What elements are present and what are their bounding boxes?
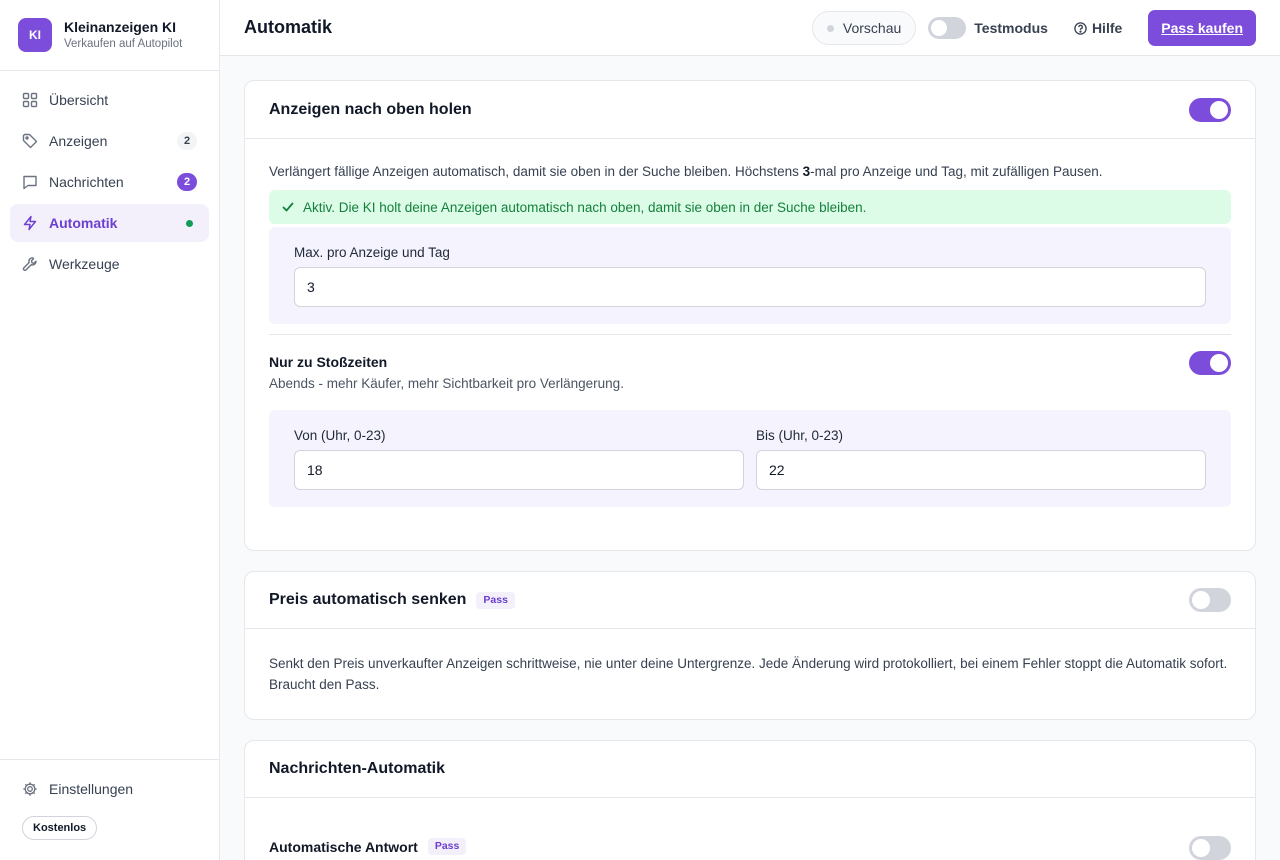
tag-icon — [22, 133, 38, 149]
buy-pass-button[interactable]: Pass kaufen — [1148, 10, 1256, 46]
auto-reply-toggle[interactable] — [1189, 836, 1231, 860]
sidebar-item-label: Nachrichten — [49, 174, 124, 190]
alert-text: Aktiv. Die KI holt deine Anzeigen automa… — [303, 199, 867, 215]
plan-badge: Kostenlos — [22, 816, 98, 840]
preview-label: Vorschau — [842, 20, 902, 36]
auto-reply-title: Automatische Antwort — [269, 838, 418, 855]
topbar: Automatik Vorschau Testmodus Hilfe Pass … — [220, 0, 1280, 56]
sidebar-item-anzeigen[interactable]: Anzeigen 2 — [10, 122, 209, 160]
to-hour-input[interactable]: 22 — [756, 450, 1206, 490]
brand-logo: KI — [18, 18, 52, 52]
check-icon — [281, 200, 295, 214]
max-per-day-label: Max. pro Anzeige und Tag — [294, 245, 450, 260]
grid-icon — [22, 92, 38, 108]
sidebar-item-automatik[interactable]: Automatik — [10, 204, 209, 242]
gear-icon — [22, 781, 38, 797]
sidebar-item-werkzeuge[interactable]: Werkzeuge — [10, 245, 209, 283]
sidebar-footer: Einstellungen Kostenlos — [0, 759, 219, 860]
card-title: Nachrichten-Automatik — [269, 760, 446, 777]
peak-hours-section: Nur zu Stoßzeiten Abends - mehr Käufer, … — [269, 335, 1231, 391]
max-per-day-input[interactable]: 3 — [294, 267, 1206, 307]
price-description: Senkt den Preis unverkaufter Anzeigen sc… — [269, 656, 1228, 692]
messages-card: Nachrichten-Automatik Automatische Antwo… — [244, 740, 1256, 860]
auto-reply-section: Automatische Antwort Pass — [269, 798, 1231, 860]
brand-subtitle: Verkaufen auf Autopilot — [64, 37, 183, 50]
count-badge: 2 — [177, 173, 197, 191]
preview-status-dot — [826, 24, 834, 32]
testmode-label: Testmodus — [974, 20, 1048, 36]
pass-badge: Pass — [427, 838, 467, 855]
message-icon — [22, 174, 38, 190]
status-dot — [186, 219, 193, 227]
bump-card: Anzeigen nach oben holen Verlängert fäll… — [244, 80, 1256, 551]
help-button[interactable]: Hilfe — [1074, 20, 1122, 36]
wrench-icon — [22, 256, 38, 272]
bolt-icon — [22, 215, 38, 231]
brand: KI Kleinanzeigen KI Verkaufen auf Autopi… — [0, 0, 219, 71]
testmode-toggle[interactable] — [928, 17, 967, 39]
sidebar-item-nachrichten[interactable]: Nachrichten 2 — [10, 163, 209, 201]
peak-hours-title: Nur zu Stoßzeiten — [269, 354, 388, 370]
to-hour-label: Bis (Uhr, 0-23) — [756, 428, 844, 443]
help-circle-icon — [1074, 21, 1087, 35]
sidebar-item-label: Einstellungen — [49, 781, 134, 797]
card-title: Anzeigen nach oben holen — [269, 100, 472, 118]
from-hour-input[interactable]: 18 — [294, 450, 744, 490]
peak-hours-description: Abends - mehr Käufer, mehr Sichtbarkeit … — [269, 376, 624, 391]
price-card: Preis automatisch senken Pass Senkt den … — [244, 571, 1256, 720]
main-content: Anzeigen nach oben holen Verlängert fäll… — [220, 56, 1280, 860]
pass-badge: Pass — [476, 591, 515, 609]
page-title: Automatik — [244, 17, 333, 37]
peak-hours-toggle[interactable] — [1189, 351, 1231, 375]
sidebar-item-label: Anzeigen — [49, 133, 108, 149]
testmode-control: Testmodus — [928, 17, 1048, 39]
preview-button[interactable]: Vorschau — [811, 11, 917, 45]
bump-toggle[interactable] — [1189, 98, 1231, 122]
sidebar-item-label: Automatik — [49, 215, 118, 231]
sidebar-item-uebersicht[interactable]: Übersicht — [10, 81, 209, 119]
count-badge: 2 — [177, 132, 197, 150]
sidebar: KI Kleinanzeigen KI Verkaufen auf Autopi… — [0, 0, 220, 860]
help-label: Hilfe — [1091, 20, 1123, 36]
card-title: Preis automatisch senken — [269, 591, 467, 608]
max-per-day-panel: Max. pro Anzeige und Tag 3 — [269, 227, 1231, 324]
sidebar-item-einstellungen[interactable]: Einstellungen — [10, 770, 209, 808]
bump-description: Verlängert fällige Anzeigen automatisch,… — [269, 164, 1103, 179]
peak-hours-panel: Von (Uhr, 0-23) 18 Bis (Uhr, 0-23) 22 — [269, 410, 1231, 507]
success-alert: Aktiv. Die KI holt deine Anzeigen automa… — [269, 190, 1231, 224]
price-toggle[interactable] — [1189, 588, 1231, 612]
brand-name: Kleinanzeigen KI — [64, 18, 177, 35]
sidebar-item-label: Werkzeuge — [49, 256, 120, 272]
sidebar-item-label: Übersicht — [49, 92, 109, 108]
from-hour-label: Von (Uhr, 0-23) — [294, 428, 386, 443]
sidebar-nav: Übersicht Anzeigen 2 Nachrichten 2 Autom… — [0, 71, 219, 296]
